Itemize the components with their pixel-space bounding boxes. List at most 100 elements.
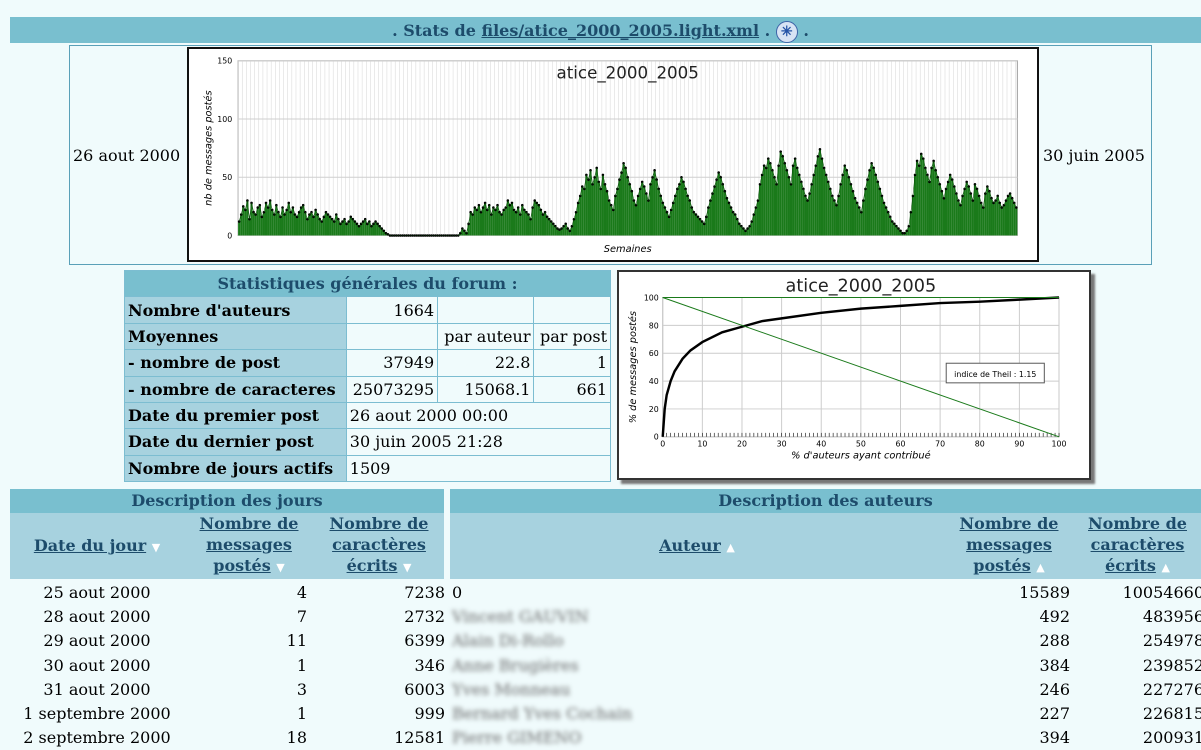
bar [277, 212, 280, 236]
day-messages: 11 [286, 631, 307, 651]
data-point [804, 194, 807, 198]
bar [337, 219, 340, 236]
bar [585, 174, 588, 236]
stats-row: Nombre de jours actifs 1509 [124, 454, 612, 483]
bar [870, 163, 873, 236]
bar [467, 223, 470, 236]
bar [599, 188, 602, 236]
sort-author-chars-link[interactable]: Nombre de caractères écrits [1088, 514, 1187, 575]
bar [322, 216, 325, 236]
data-point [905, 229, 909, 233]
bar [295, 216, 299, 236]
bar [672, 202, 675, 236]
bar [833, 200, 836, 236]
table-row: 2 septembre 2000 18 12581 Pierre GIMENO 394 2… [0, 726, 1201, 750]
bar [581, 186, 584, 236]
bar [331, 219, 334, 236]
bar [990, 198, 993, 236]
file-link[interactable]: files/atice_2000_2005.light.xml [481, 21, 759, 40]
bar [756, 200, 759, 236]
bar [988, 191, 991, 236]
bar [878, 188, 881, 236]
bar [717, 172, 720, 236]
bar [653, 170, 656, 236]
data-point [717, 171, 720, 174]
x-tick-label: 90 [1014, 440, 1024, 449]
y-axis-label: % de messages postés [627, 311, 639, 423]
bar [264, 202, 268, 236]
stats-label: Date du dernier post [124, 428, 347, 456]
bar [779, 151, 782, 236]
bar [661, 202, 664, 236]
column-header-author-messages: Nombre de messages postés ▲ [944, 513, 1074, 579]
x-tick-label: 10 [697, 440, 707, 449]
bar [761, 174, 764, 236]
day-date: 29 aout 2000 [43, 631, 151, 651]
table-row: 29 aout 2000 11 6399 Alain Di-Rollo 288 25497… [0, 629, 1201, 653]
bar [928, 181, 931, 236]
bar [736, 219, 739, 236]
stats-value: 37949 [345, 349, 439, 377]
bar [738, 223, 741, 236]
bar [541, 214, 545, 236]
day-messages: 3 [296, 679, 307, 699]
day-date: 2 septembre 2000 [23, 728, 171, 748]
data-point [1002, 203, 1006, 207]
sort-date-link[interactable]: Date du jour [34, 536, 146, 555]
y-tick-label: 40 [649, 377, 659, 386]
bar [515, 212, 518, 236]
y-tick-label: 50 [222, 173, 232, 182]
column-header-date: Date du jour ▼ [10, 513, 184, 579]
bar [339, 223, 342, 236]
data-point [295, 215, 299, 219]
stats-row: Date du premier post 26 aout 2000 00:00 [124, 401, 612, 430]
sort-day-chars-link[interactable]: Nombre de caractères écrits [330, 514, 429, 575]
x-tick-label: 80 [975, 440, 985, 449]
bar [893, 223, 896, 236]
author-name: Alain Di-Rollo [452, 631, 564, 651]
column-header-day-messages: Nombre de messages postés ▼ [184, 513, 314, 579]
bar [804, 195, 807, 236]
bar [374, 221, 377, 236]
sort-author-link[interactable]: Auteur [659, 536, 721, 555]
data-point [831, 194, 834, 198]
asterisk-circle-icon[interactable]: ✳ [775, 20, 798, 43]
bar [837, 195, 840, 236]
bar [794, 158, 797, 236]
bar [494, 209, 497, 236]
bar [841, 174, 844, 236]
bar [670, 209, 673, 236]
day-date: 30 aout 2000 [43, 655, 151, 675]
stats-label: Moyennes [124, 322, 347, 351]
bar [1013, 202, 1016, 236]
bar [550, 221, 553, 236]
stats-label: - nombre de post [124, 349, 347, 377]
bar [818, 149, 821, 236]
bar [796, 167, 799, 236]
bar [688, 200, 691, 236]
bar [944, 188, 948, 236]
day-messages: 4 [296, 583, 307, 602]
bar [471, 214, 474, 236]
bar [606, 191, 609, 236]
stats-value: 25073295 [345, 375, 439, 403]
bar [732, 212, 735, 236]
bar [961, 195, 964, 236]
author-chars: 239852 [1142, 655, 1201, 675]
bar [506, 200, 509, 236]
bar [477, 205, 480, 236]
bar [616, 188, 619, 236]
sort-down-icon: ▼ [276, 561, 285, 574]
stats-caption: Statistiques générales du forum : [124, 269, 611, 298]
bar [992, 202, 995, 236]
stats-value: 22.8 [437, 349, 535, 377]
bar [632, 200, 635, 236]
x-tick-label: 0 [660, 440, 665, 449]
bar [577, 202, 580, 236]
author-name: 0 [452, 583, 463, 602]
bar [963, 188, 966, 236]
author-chars: 254978 [1142, 631, 1201, 651]
y-tick-label: 100 [644, 293, 659, 302]
bar [787, 177, 790, 236]
bar [517, 207, 520, 236]
